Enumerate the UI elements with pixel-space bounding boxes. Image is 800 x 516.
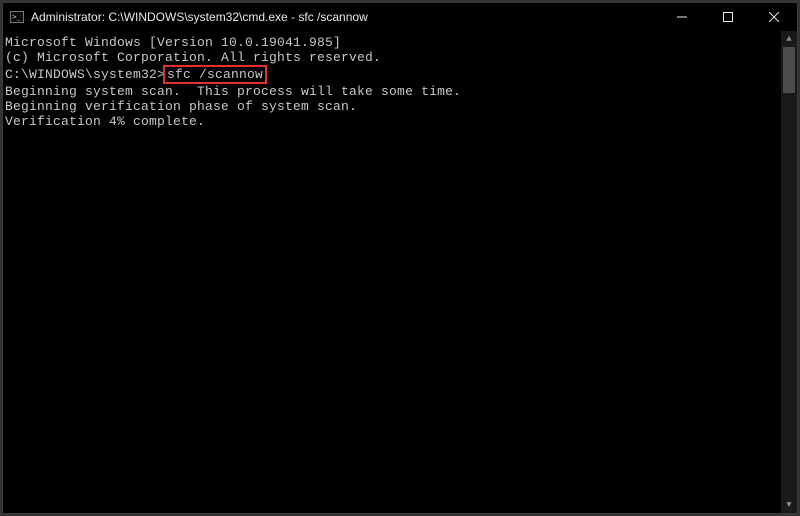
minimize-button[interactable] — [659, 3, 705, 31]
cmd-window: >_ Administrator: C:\WINDOWS\system32\cm… — [2, 2, 798, 514]
titlebar[interactable]: >_ Administrator: C:\WINDOWS\system32\cm… — [3, 3, 797, 31]
output-line: Beginning verification phase of system s… — [5, 99, 781, 114]
vertical-scrollbar[interactable]: ▲ ▼ — [781, 31, 797, 513]
output-line: Microsoft Windows [Version 10.0.19041.98… — [5, 35, 781, 50]
close-button[interactable] — [751, 3, 797, 31]
output-line: Verification 4% complete. — [5, 114, 781, 129]
scroll-up-icon[interactable]: ▲ — [781, 31, 797, 47]
client-area: Microsoft Windows [Version 10.0.19041.98… — [3, 31, 797, 513]
titlebar-left: >_ Administrator: C:\WINDOWS\system32\cm… — [3, 9, 659, 25]
cmd-icon: >_ — [9, 9, 25, 25]
output-line: Beginning system scan. This process will… — [5, 84, 781, 99]
prompt-line: C:\WINDOWS\system32>sfc /scannow — [5, 65, 781, 84]
window-title: Administrator: C:\WINDOWS\system32\cmd.e… — [31, 10, 368, 24]
output-line: (c) Microsoft Corporation. All rights re… — [5, 50, 781, 65]
svg-text:>_: >_ — [12, 13, 21, 21]
terminal-output[interactable]: Microsoft Windows [Version 10.0.19041.98… — [3, 31, 781, 513]
prompt-text: C:\WINDOWS\system32> — [5, 67, 165, 82]
maximize-button[interactable] — [705, 3, 751, 31]
scroll-down-icon[interactable]: ▼ — [781, 497, 797, 513]
command-highlight: sfc /scannow — [163, 65, 267, 84]
scrollbar-thumb[interactable] — [783, 47, 795, 93]
command-text: sfc /scannow — [167, 67, 263, 82]
window-controls — [659, 3, 797, 31]
